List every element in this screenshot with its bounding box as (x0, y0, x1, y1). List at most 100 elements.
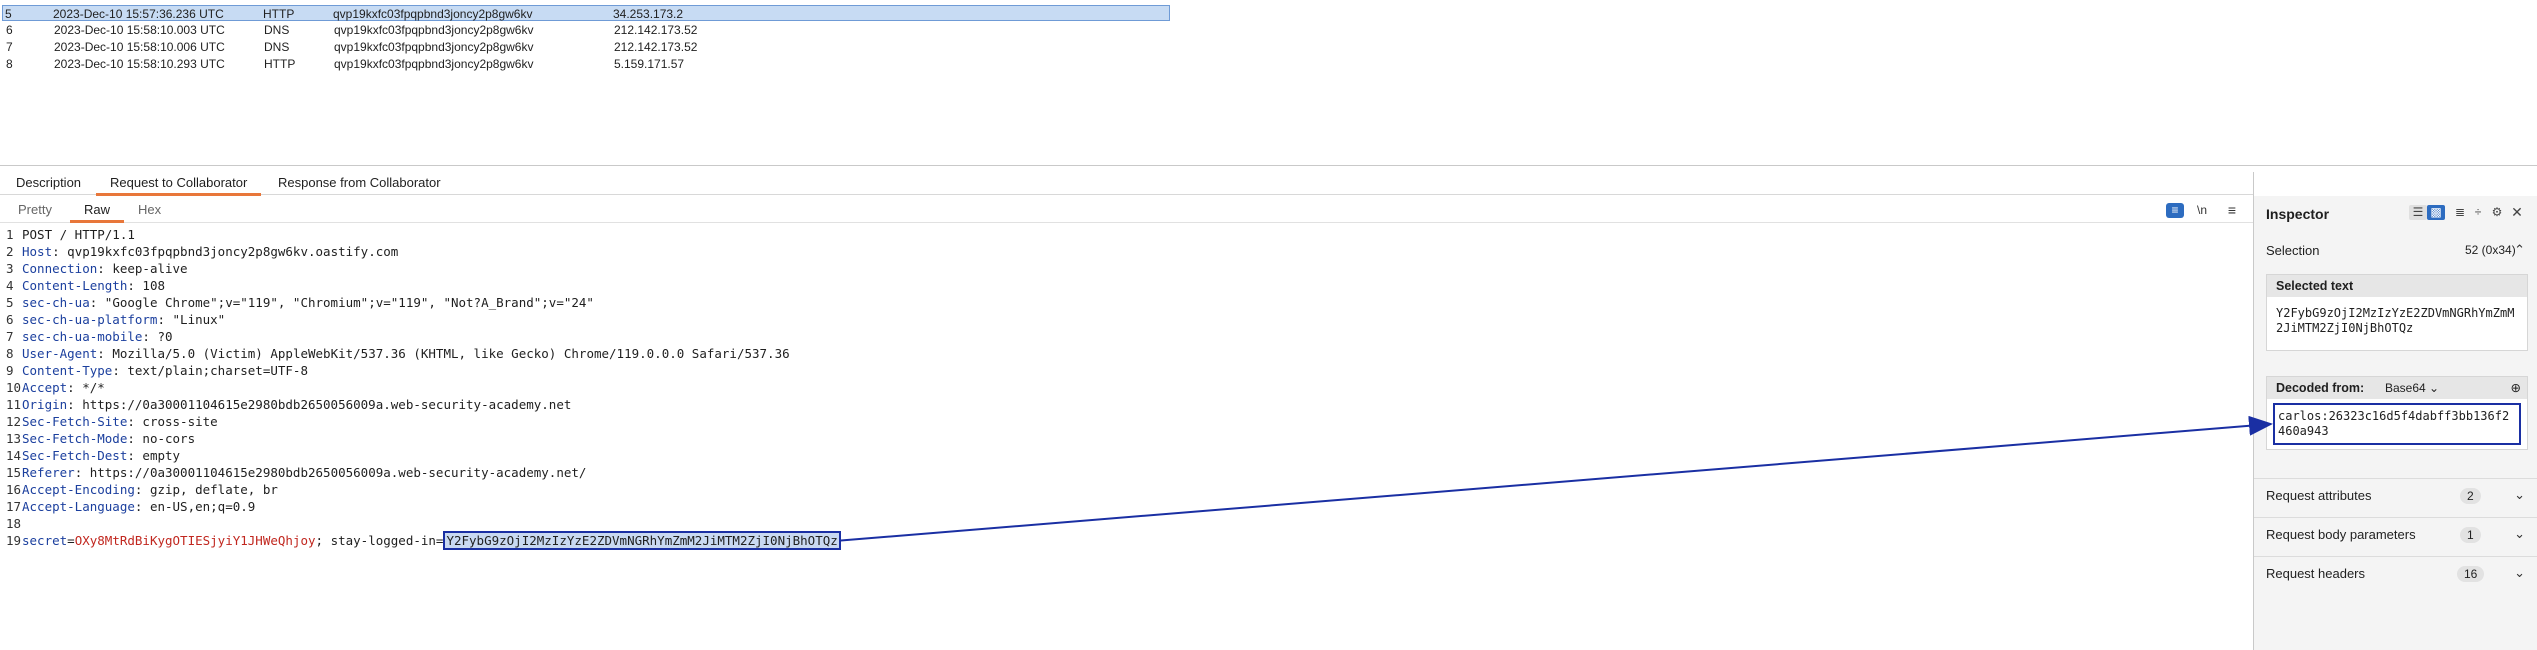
line-number: 2 (6, 244, 14, 259)
line-number: 10 (6, 380, 22, 395)
decoded-text: carlos:26323c16d5f4dabff3bb136f2460a943 (2273, 403, 2521, 445)
chevron-down-icon[interactable]: ⌄ (2514, 487, 2525, 503)
header-name: Sec-Fetch-Site (22, 414, 128, 429)
line-number: 18 (6, 516, 22, 531)
header-line: 16Accept-Encoding: gzip, deflate, br (0, 481, 278, 498)
header-line: 8 User-Agent: Mozilla/5.0 (Victim) AppleW… (0, 345, 790, 362)
header-value: ?0 (149, 329, 173, 344)
tab-raw[interactable]: Raw (70, 200, 125, 223)
header-value: https://0a30001104615e2980bdb2650056009a… (82, 465, 587, 480)
body-line: 19secret=OXy8MtRdBiKygOTIESjyiY1JHWeQhjo… (0, 531, 841, 550)
header-line: 7 sec-ch-ua-mobile: ?0 (0, 328, 173, 345)
line-number: 4 (6, 278, 14, 293)
section-count: 16 (2457, 566, 2485, 582)
decoded-header: Decoded from: Base64 ⌄ ⊕ (2267, 377, 2527, 399)
header-value: keep-alive (104, 261, 188, 276)
collapse-all-icon[interactable]: ≣ (2451, 205, 2469, 220)
chevron-down-icon[interactable]: ⌄ (2514, 565, 2525, 581)
section-count: 2 (2460, 488, 2481, 504)
row-type: DNS (264, 23, 290, 37)
tab-pretty[interactable]: Pretty (4, 200, 66, 220)
request-line: 18 (0, 515, 22, 532)
line-number: 14 (6, 448, 22, 463)
header-name: Content-Type (22, 363, 113, 378)
header-line: 3 Connection: keep-alive (0, 260, 188, 277)
header-name: sec-ch-ua (22, 295, 90, 310)
selection-count: 52 (0x34) (2465, 243, 2516, 257)
table-row[interactable]: 5 2023-Dec-10 15:57:36.236 UTC HTTP qvp1… (2, 5, 1170, 21)
line-number: 15 (6, 465, 22, 480)
request-body-parameters-section[interactable]: Request body parameters 1 ⌄ (2254, 517, 2537, 552)
row-type: HTTP (263, 7, 295, 21)
list-view-icon[interactable]: ☰ (2409, 205, 2427, 220)
section-label: Request headers (2266, 566, 2366, 581)
row-type: HTTP (264, 57, 296, 71)
section-label: Request attributes (2266, 488, 2372, 503)
chevron-down-icon: ⌄ (2429, 381, 2440, 395)
view-tabs: Pretty Raw Hex ≡ \n ≡ (0, 200, 2253, 223)
interactions-table: 5 2023-Dec-10 15:57:36.236 UTC HTTP qvp1… (0, 0, 2537, 166)
row-time: 2023-Dec-10 15:58:10.006 UTC (54, 40, 225, 54)
line-text: POST / HTTP/1.1 (22, 227, 135, 242)
add-decode-icon[interactable]: ⊕ (2511, 377, 2521, 399)
selected-text-value: Y2FybG9zOjI2MzIzYzE2ZDVmNGRhYmZmM2JiMTM2… (2276, 306, 2515, 335)
wrap-lines-icon[interactable]: ≡ (2166, 203, 2184, 218)
row-type: DNS (264, 40, 290, 54)
request-headers-section[interactable]: Request headers 16 ⌄ (2254, 556, 2537, 591)
line-number: 3 (6, 261, 14, 276)
row-payload: qvp19kxfc03fpqpbnd3joncy2p8gw6kv (334, 23, 534, 37)
header-name: sec-ch-ua-mobile (22, 329, 143, 344)
inspector-panel: Inspector ☰ ▩ ≣ ÷ ⚙ ✕ Selection 52 (0x34… (2254, 196, 2537, 650)
line-number: 19 (6, 533, 22, 548)
secret-value: OXy8MtRdBiKygOTIESjyiY1JHWeQhjoy (74, 533, 316, 548)
tab-description[interactable]: Description (2, 172, 95, 193)
panel-view-icon[interactable]: ▩ (2427, 205, 2445, 220)
line-number: 17 (6, 499, 22, 514)
request-attributes-section[interactable]: Request attributes 2 ⌄ (2254, 478, 2537, 513)
header-line: 11Origin: https://0a30001104615e2980bdb2… (0, 396, 571, 413)
encoding-value: Base64 (2385, 381, 2426, 395)
row-payload: qvp19kxfc03fpqpbnd3joncy2p8gw6kv (334, 57, 534, 71)
inspector-title: Inspector (2266, 206, 2330, 222)
close-icon[interactable]: ✕ (2508, 205, 2526, 220)
tab-hex[interactable]: Hex (124, 200, 175, 220)
selection-label: Selection (2266, 243, 2320, 258)
tab-response-from-collaborator[interactable]: Response from Collaborator (264, 172, 455, 193)
header-line: 15Referer: https://0a30001104615e2980bdb… (0, 464, 586, 481)
row-time: 2023-Dec-10 15:57:36.236 UTC (53, 7, 224, 21)
header-value: text/plain;charset=UTF-8 (119, 363, 308, 378)
header-value: qvp19kxfc03fpqpbnd3joncy2p8gw6kv.oastify… (59, 244, 399, 259)
header-line: 10Accept: */* (0, 379, 105, 396)
row-ip: 34.253.173.2 (613, 7, 684, 21)
header-line: 4 Content-Length: 108 (0, 277, 165, 294)
expand-all-icon[interactable]: ÷ (2469, 205, 2487, 220)
row-payload: qvp19kxfc03fpqpbnd3joncy2p8gw6kv (334, 40, 534, 54)
selected-text-label: Selected text (2267, 275, 2527, 297)
chevron-down-icon[interactable]: ⌄ (2514, 526, 2525, 542)
line-number: 12 (6, 414, 22, 429)
row-ip: 5.159.171.57 (614, 57, 685, 71)
header-name: Sec-Fetch-Dest (22, 448, 128, 463)
header-line: 14Sec-Fetch-Dest: empty (0, 447, 180, 464)
chevron-up-icon[interactable]: ⌃ (2514, 242, 2525, 258)
header-line: 12Sec-Fetch-Site: cross-site (0, 413, 218, 430)
selection-section[interactable]: Selection 52 (0x34) ⌃ (2254, 234, 2537, 268)
menu-icon[interactable]: ≡ (2223, 203, 2241, 218)
header-name: Accept-Language (22, 499, 135, 514)
newline-toggle-icon[interactable]: \n (2193, 203, 2211, 218)
header-line: 13Sec-Fetch-Mode: no-cors (0, 430, 195, 447)
selected-cookie-value[interactable]: Y2FybG9zOjI2MzIzYzE2ZDVmNGRhYmZmM2JiMTM2… (443, 531, 841, 550)
header-line: 5 sec-ch-ua: "Google Chrome";v="119", "Ch… (0, 294, 594, 311)
line-number: 16 (6, 482, 22, 497)
row-time: 2023-Dec-10 15:58:10.293 UTC (54, 57, 225, 71)
line-number: 11 (6, 397, 22, 412)
decoded-from-label: Decoded from: (2276, 381, 2365, 395)
header-value: Mozilla/5.0 (Victim) AppleWebKit/537.36 … (104, 346, 790, 361)
header-value: "Linux" (165, 312, 226, 327)
encoding-select[interactable]: Base64 ⌄ (2385, 377, 2439, 399)
header-value: no-cors (134, 431, 196, 446)
gear-icon[interactable]: ⚙ (2488, 205, 2506, 220)
tab-request-to-collaborator[interactable]: Request to Collaborator (96, 172, 262, 196)
header-value: cross-site (134, 414, 218, 429)
request-editor[interactable]: 1 POST / HTTP/1.1 2 Host: qvp19kxfc03fpqpb… (0, 226, 2253, 650)
